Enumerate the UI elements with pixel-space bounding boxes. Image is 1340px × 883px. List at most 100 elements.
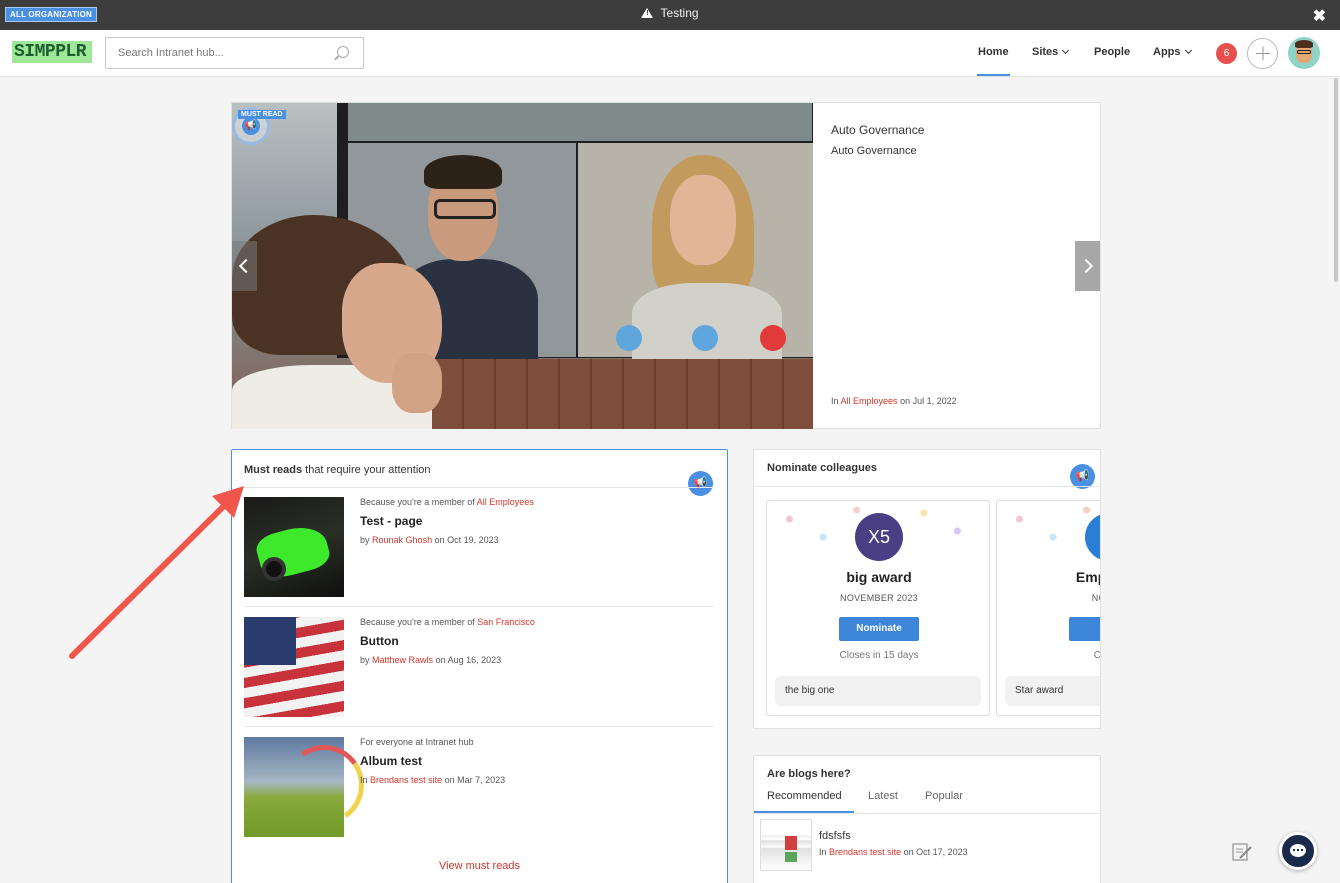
nav-sites[interactable]: Sites: [1032, 46, 1070, 58]
nav-home-label: Home: [978, 46, 1009, 58]
list-item[interactable]: For everyone at Intranet hub Album test …: [244, 737, 714, 837]
item-context: For everyone at Intranet hub: [360, 737, 474, 747]
notification-badge[interactable]: 6: [1216, 43, 1237, 64]
featured-carousel: 📢 MUST READ Auto Governance Auto Governa…: [231, 102, 1101, 429]
must-read-tag: MUST READ: [238, 110, 286, 119]
nav-people-label: People: [1094, 46, 1131, 58]
top-banner: ALL ORGANIZATION ! Testing ✖: [0, 0, 1340, 30]
blogs-heading: Are blogs here?: [767, 768, 851, 780]
nominate-button[interactable]: Nominate: [839, 617, 919, 641]
nav-active-indicator: [977, 74, 1010, 76]
image-figure: [424, 155, 502, 189]
chat-icon[interactable]: [1279, 832, 1317, 870]
image-brick: [432, 359, 813, 429]
awards-carousel: X5 big award NOVEMBER 2023 Nominate Clos…: [766, 500, 1100, 718]
environment-text: Testing: [660, 6, 699, 20]
must-reads-heading: Must reads that require your attention: [244, 464, 431, 476]
featured-meta: In All Employees on Jul 1, 2022: [831, 396, 957, 406]
item-title[interactable]: Button: [360, 634, 399, 648]
divider: [754, 486, 1100, 487]
avatar[interactable]: [1288, 37, 1320, 69]
avatar-hair: [1295, 40, 1313, 48]
nominate-panel: Nominate colleagues 📢 X5 big award NOVEM…: [753, 449, 1101, 729]
divider: [754, 813, 1100, 814]
image-figure: [670, 175, 736, 265]
award-closes: Closes: [997, 650, 1100, 661]
tab-latest[interactable]: Latest: [868, 790, 898, 802]
author-link[interactable]: Rounak Ghosh: [372, 535, 432, 545]
app-header: SIMPPLR Search Intranet hub... Home Site…: [0, 30, 1340, 77]
chevron-down-icon: [1062, 46, 1070, 55]
context-site-link[interactable]: All Employees: [477, 497, 534, 507]
divider: [244, 606, 714, 607]
list-item[interactable]: Because you're a member of San Francisco…: [244, 617, 714, 727]
camera-icon: [692, 325, 718, 351]
image-figure: [392, 353, 442, 413]
search-icon[interactable]: [337, 46, 349, 58]
blog-title[interactable]: fdsfsfs: [819, 830, 851, 842]
blog-thumbnail[interactable]: [760, 819, 812, 871]
divider: [244, 726, 714, 727]
tab-recommended[interactable]: Recommended: [767, 790, 842, 802]
award-name: Employee: [1075, 569, 1100, 585]
item-context: Because you're a member of All Employees: [360, 497, 534, 507]
search-placeholder: Search Intranet hub...: [118, 47, 224, 59]
image-pane: [348, 103, 812, 141]
item-meta: In Brendans test site on Mar 7, 2023: [360, 775, 506, 785]
logo[interactable]: SIMPPLR: [12, 41, 92, 63]
environment-label: ! Testing: [0, 6, 1340, 20]
list-item[interactable]: Because you're a member of All Employees…: [244, 497, 714, 607]
featured-meta-prefix: In: [831, 396, 839, 406]
nav-home[interactable]: Home: [978, 46, 1009, 58]
award-card: ★ Employee NOVEM No Closes Star award: [996, 500, 1100, 716]
award-badge: X5: [855, 513, 903, 561]
warning-icon: !: [641, 8, 654, 18]
carousel-next-button[interactable]: [1075, 241, 1100, 291]
must-reads-panel: Must reads that require your attention 📢…: [231, 449, 728, 883]
nav-apps[interactable]: Apps: [1153, 46, 1192, 58]
close-icon[interactable]: ✖: [1313, 6, 1326, 26]
blog-meta: In Brendans test site on Oct 17, 2023: [819, 847, 968, 857]
award-month: NOVEM: [1091, 593, 1100, 603]
award-card: X5 big award NOVEMBER 2023 Nominate Clos…: [766, 500, 990, 716]
site-link[interactable]: Brendans test site: [829, 847, 901, 857]
item-title[interactable]: Test - page: [360, 514, 422, 528]
item-title[interactable]: Album test: [360, 754, 422, 768]
nav-apps-label: Apps: [1153, 46, 1181, 58]
featured-summary: Auto Governance: [831, 145, 917, 157]
megaphone-icon: 📢: [688, 471, 713, 496]
site-link[interactable]: Brendans test site: [370, 775, 442, 785]
context-site-link[interactable]: San Francisco: [477, 617, 535, 627]
nominate-heading: Nominate colleagues: [767, 462, 878, 474]
image-figure: [434, 199, 496, 219]
award-description: Star award: [1005, 676, 1100, 706]
carousel-prev-button[interactable]: [232, 241, 257, 291]
avatar-glasses: [1297, 50, 1311, 54]
award-description: the big one: [775, 676, 981, 706]
featured-site-link[interactable]: All Employees: [841, 396, 898, 406]
author-link[interactable]: Matthew Rawls: [372, 655, 433, 665]
tab-popular[interactable]: Popular: [925, 790, 963, 802]
item-meta: by Matthew Rawls on Aug 16, 2023: [360, 655, 502, 665]
item-context: Because you're a member of San Francisco: [360, 617, 535, 627]
item-thumbnail[interactable]: [244, 737, 371, 837]
nominate-button[interactable]: No: [1069, 617, 1100, 641]
featured-meta-date: on Jul 1, 2022: [900, 396, 957, 406]
nav-people[interactable]: People: [1094, 46, 1130, 58]
item-thumbnail[interactable]: [244, 497, 344, 597]
view-must-reads-link[interactable]: View must reads: [232, 860, 727, 872]
scrollbar[interactable]: [1334, 78, 1338, 282]
award-closes: Closes in 15 days: [839, 650, 919, 661]
plus-icon[interactable]: [1247, 38, 1278, 69]
blogs-panel: Are blogs here? Recommended Latest Popul…: [753, 755, 1101, 883]
microphone-icon: [616, 325, 642, 351]
award-name: big award: [846, 569, 912, 585]
nav-sites-label: Sites: [1032, 46, 1059, 58]
search-input[interactable]: Search Intranet hub...: [105, 37, 364, 69]
item-thumbnail[interactable]: [244, 617, 344, 717]
end-call-icon: [760, 325, 786, 351]
featured-image[interactable]: 📢 MUST READ: [232, 103, 813, 429]
featured-title[interactable]: Auto Governance: [831, 123, 924, 137]
edit-icon[interactable]: [1231, 840, 1253, 862]
item-meta: by Rounak Ghosh on Oct 19, 2023: [360, 535, 499, 545]
